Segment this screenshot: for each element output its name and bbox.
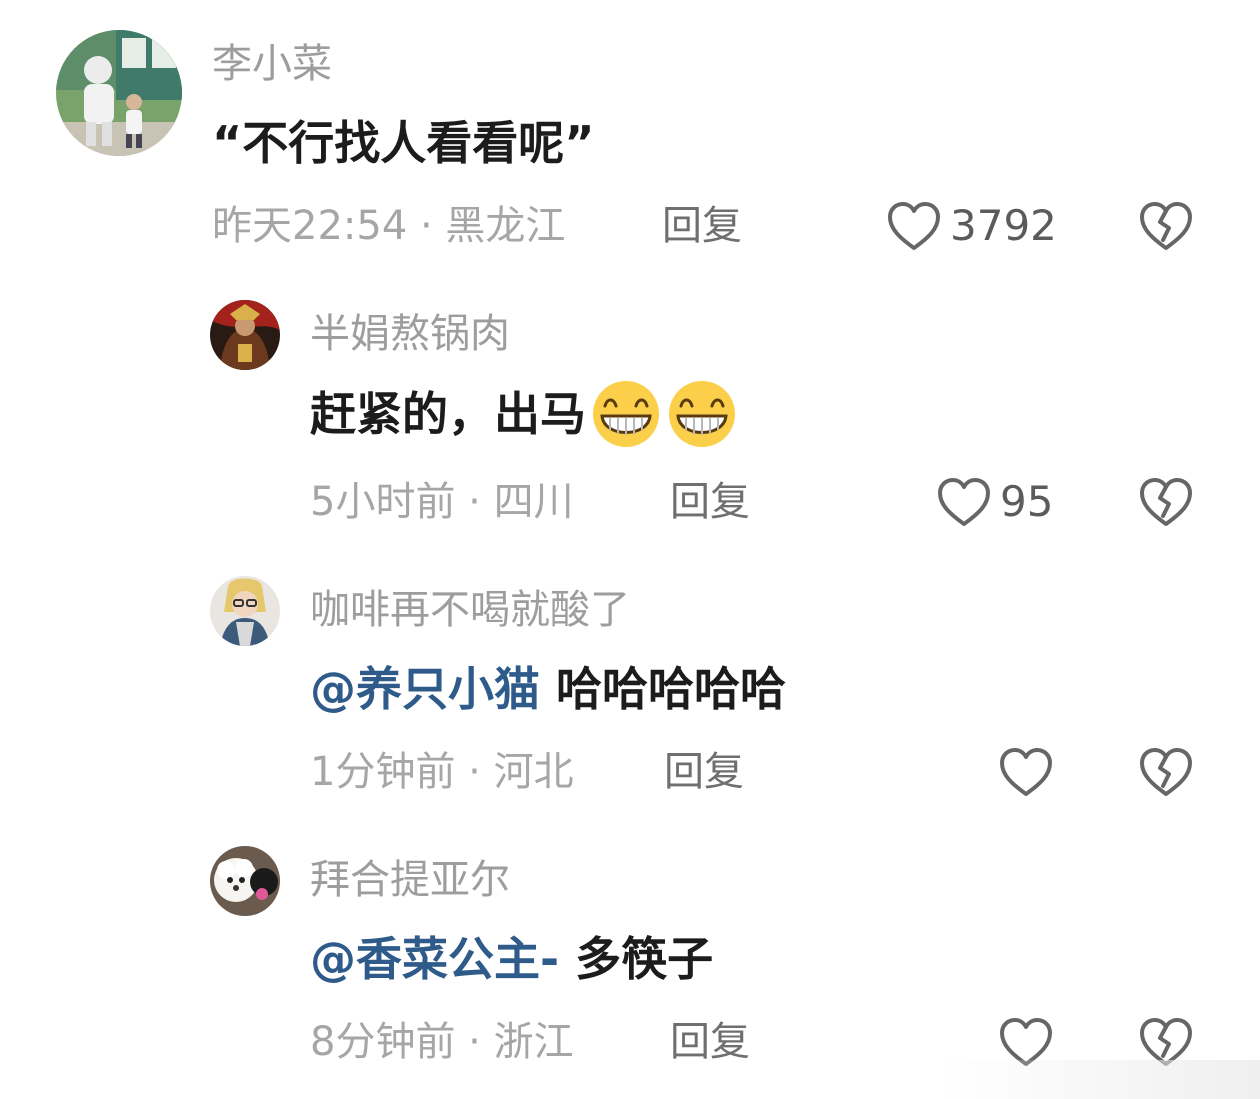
like-count: 95 — [1000, 477, 1054, 526]
username[interactable]: 咖啡再不喝就酸了 — [310, 590, 630, 630]
mention-link[interactable]: @香菜公主- — [310, 932, 559, 986]
comment-meta: 昨天22:54 · 黑龙江 — [212, 203, 566, 249]
avatar[interactable] — [210, 576, 280, 646]
broken-heart-outline-icon — [1140, 748, 1192, 796]
grinning-face-emoji — [590, 378, 662, 450]
reply-button[interactable]: 回复 — [670, 482, 750, 522]
comment-text-body: 哈哈哈哈哈 — [540, 662, 787, 716]
username[interactable]: 李小菜 — [212, 44, 332, 84]
username[interactable]: 半娟熬锅肉 — [310, 314, 510, 354]
like-count: 3792 — [950, 201, 1057, 250]
reply-button[interactable]: 回复 — [664, 752, 744, 792]
comment-meta: 1分钟前 · 河北 — [310, 749, 574, 795]
comment-text: 赶紧的，出马 — [310, 378, 738, 450]
comment-text-body: 赶紧的，出马 — [310, 387, 586, 441]
heart-outline-icon — [888, 202, 940, 250]
avatar[interactable] — [210, 846, 280, 916]
comment-text: “不行找人看看呢” — [212, 116, 595, 170]
like-button[interactable]: 3792 — [886, 198, 1057, 254]
broken-heart-outline-icon — [1140, 478, 1192, 526]
reply-button[interactable]: 回复 — [670, 1022, 750, 1062]
heart-outline-icon — [938, 478, 990, 526]
reply-button[interactable]: 回复 — [662, 206, 742, 246]
comment-text: @养只小猫 哈哈哈哈哈 — [310, 666, 786, 712]
dislike-button[interactable] — [1138, 198, 1194, 254]
comment-meta: 8分钟前 · 浙江 — [310, 1019, 574, 1065]
watermark-fade — [940, 1060, 1260, 1099]
comment-text: @香菜公主- 多筷子 — [310, 936, 713, 982]
grinning-face-emoji — [666, 378, 738, 450]
dislike-button[interactable] — [1138, 474, 1194, 530]
mention-link[interactable]: @养只小猫 — [310, 662, 540, 716]
comment-meta: 5小时前 · 四川 — [310, 479, 574, 525]
avatar[interactable] — [210, 300, 280, 370]
dislike-button[interactable] — [1138, 744, 1194, 800]
avatar[interactable] — [56, 30, 182, 156]
like-button[interactable] — [998, 744, 1062, 800]
like-button[interactable]: 95 — [936, 474, 1053, 530]
broken-heart-outline-icon — [1140, 202, 1192, 250]
comment-text-body: 多筷子 — [559, 932, 714, 986]
username[interactable]: 拜合提亚尔 — [310, 860, 510, 900]
heart-outline-icon — [1000, 748, 1052, 796]
